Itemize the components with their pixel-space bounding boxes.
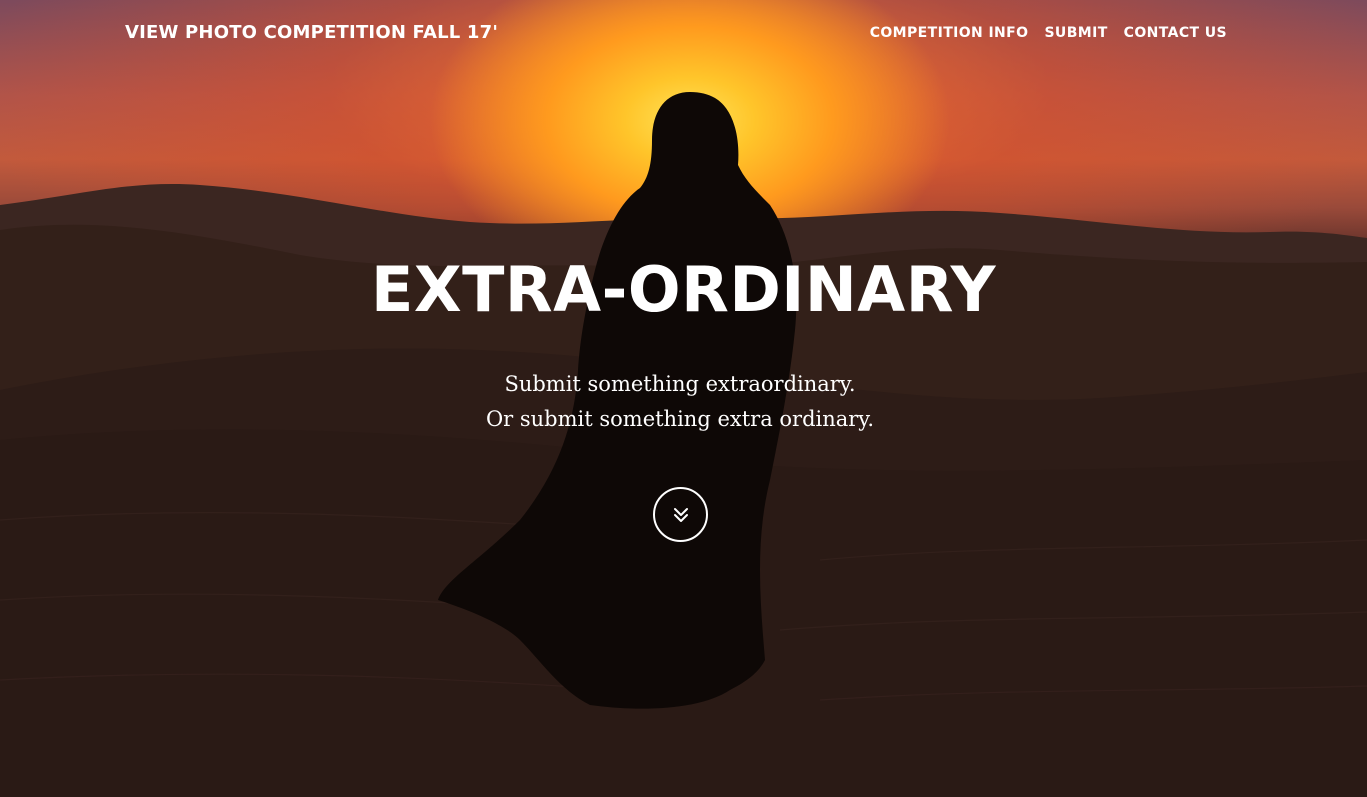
hero-section: VIEW PHOTO COMPETITION FALL 17' COMPETIT…	[0, 0, 1367, 797]
nav-menu: COMPETITION INFO SUBMIT CONTACT US	[870, 25, 1227, 41]
brand-link[interactable]: VIEW PHOTO COMPETITION FALL 17'	[125, 22, 498, 43]
hero-subtitle-line-2: Or submit something extra ordinary.	[485, 407, 875, 431]
nav-link-submit[interactable]: SUBMIT	[1044, 25, 1107, 41]
nav-link-contact-us[interactable]: CONTACT US	[1124, 25, 1227, 41]
top-navigation: VIEW PHOTO COMPETITION FALL 17' COMPETIT…	[0, 0, 1367, 68]
double-chevron-down-icon	[673, 507, 688, 522]
hero-subtitle-line-1: Submit something extraordinary.	[504, 372, 856, 396]
hero-subtitle: Submit something extraordinary. Or submi…	[0, 367, 1360, 437]
hero-title: EXTRA-ORDINARY	[370, 253, 996, 326]
nav-link-competition-info[interactable]: COMPETITION INFO	[870, 25, 1029, 41]
scroll-down-button[interactable]	[653, 487, 708, 542]
